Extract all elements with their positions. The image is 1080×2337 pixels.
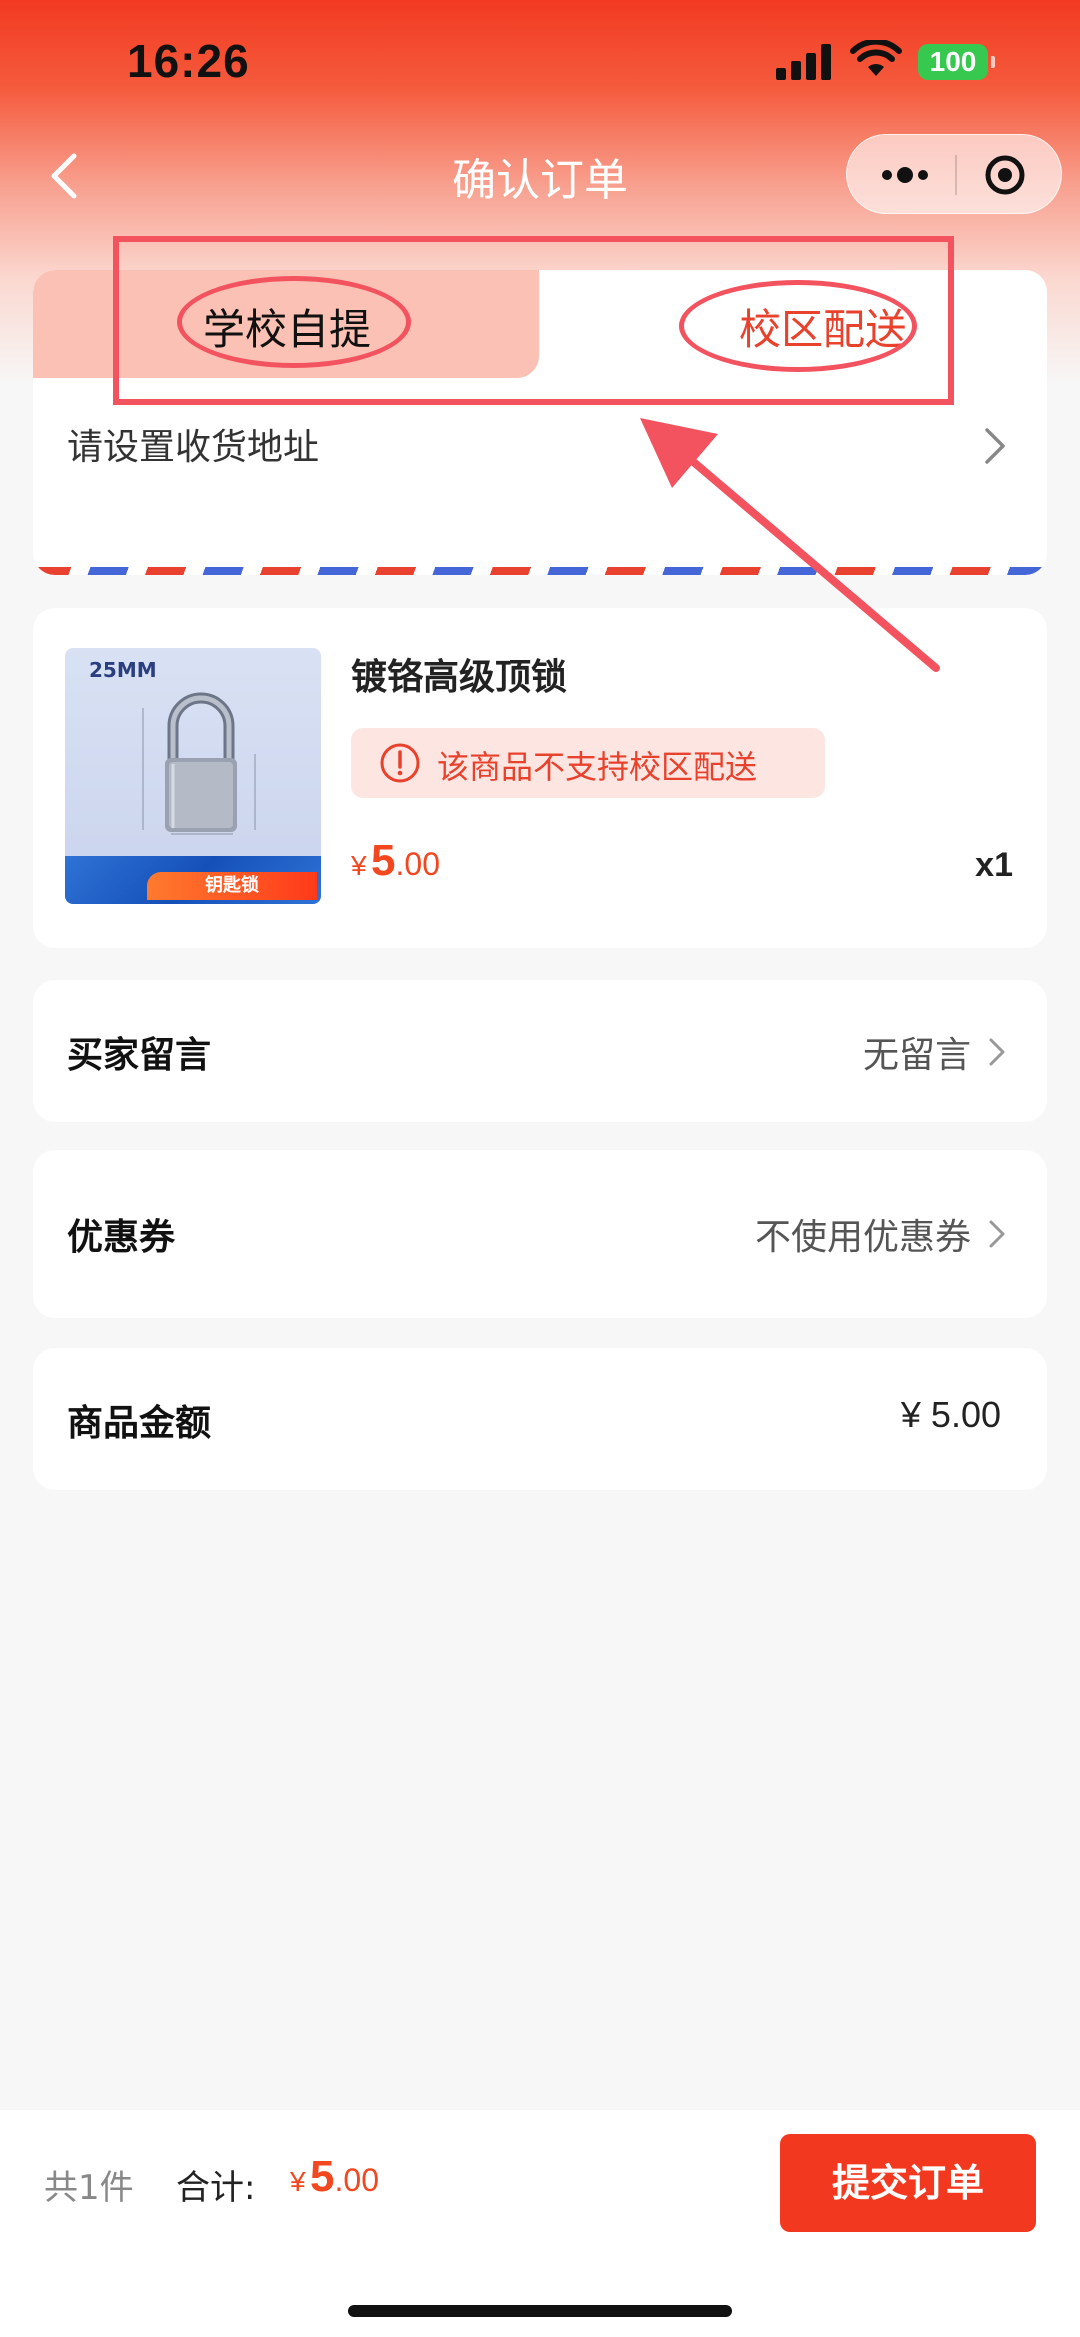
- buyer-message-value: 无留言: [862, 1035, 971, 1076]
- amount-label: 商品金额: [67, 1403, 212, 1444]
- item-count: 共1件: [44, 2168, 134, 2208]
- warning-text: 该商品不支持校区配送: [437, 748, 758, 786]
- close-miniprogram-icon[interactable]: [983, 153, 1027, 197]
- tab-label: 校区配送: [739, 305, 908, 354]
- annotation-arrow: [640, 418, 940, 672]
- submit-order-button[interactable]: 提交订单: [780, 2134, 1036, 2232]
- tab-campus-delivery[interactable]: 校区配送: [539, 270, 1047, 378]
- amount-row: 商品金额 ¥ 5.00: [33, 1348, 1047, 1490]
- home-indicator: [348, 2305, 732, 2317]
- wifi-icon: [850, 40, 902, 76]
- product-price: ¥ 5.00: [351, 836, 440, 886]
- price-integer: 5: [371, 836, 396, 885]
- product-quantity: x1: [975, 846, 1013, 884]
- price-currency: ¥: [351, 850, 367, 881]
- total-label: 合计:: [176, 2168, 256, 2208]
- total-price: ¥ 5.00: [290, 2152, 379, 2202]
- address-prompt: 请设置收货地址: [67, 427, 320, 468]
- buyer-message-row[interactable]: 买家留言 无留言: [33, 980, 1047, 1122]
- chevron-right-icon: [989, 1220, 1005, 1248]
- more-icon[interactable]: [875, 153, 935, 197]
- signal-icon: [776, 44, 834, 80]
- coupon-row[interactable]: 优惠券 不使用优惠券: [33, 1150, 1047, 1318]
- amount-value: ¥ 5.00: [900, 1394, 1001, 1435]
- nav-bar: 确认订单: [0, 130, 1080, 218]
- chevron-right-icon: [985, 428, 1005, 464]
- status-time: 16:26: [127, 35, 250, 87]
- warning-icon: [380, 743, 420, 783]
- capsule-divider: [955, 155, 957, 195]
- buyer-message-label: 买家留言: [67, 1035, 212, 1076]
- coupon-label: 优惠券: [67, 1217, 176, 1258]
- bottom-bar: 共1件 合计: ¥ 5.00 提交订单: [0, 2110, 1080, 2337]
- status-bar: 16:26 100: [0, 0, 1080, 130]
- tab-label: 学校自提: [203, 305, 372, 354]
- total-decimal: .00: [334, 2162, 379, 2198]
- delivery-warning: 该商品不支持校区配送: [351, 728, 825, 798]
- coupon-value: 不使用优惠券: [754, 1217, 971, 1258]
- battery-icon: 100: [918, 44, 995, 80]
- miniprogram-capsule: [846, 134, 1062, 214]
- tab-school-pickup[interactable]: 学校自提: [33, 270, 539, 378]
- chevron-right-icon: [989, 1038, 1005, 1066]
- image-size-label: 25MM: [89, 658, 157, 682]
- price-decimal: .00: [395, 846, 440, 882]
- padlock-icon: [142, 692, 256, 835]
- image-tag: 钥匙锁: [147, 872, 317, 900]
- total-currency: ¥: [290, 2166, 306, 2197]
- product-image[interactable]: 25MM 钥匙锁: [65, 648, 321, 904]
- total-integer: 5: [310, 2152, 335, 2201]
- product-name: 镀铬高级顶锁: [351, 657, 568, 698]
